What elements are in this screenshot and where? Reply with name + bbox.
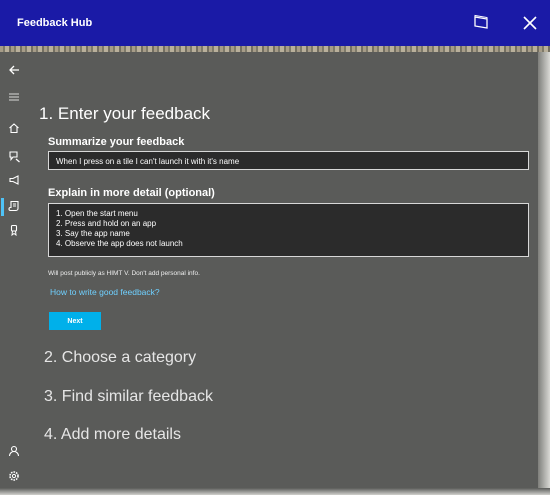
post-publicly-note: Will post publicly as HIMT V. Don't add …	[48, 270, 200, 277]
app-title: Feedback Hub	[17, 17, 93, 29]
next-button[interactable]: Next	[49, 312, 101, 330]
announcements-icon[interactable]	[6, 172, 22, 188]
settings-icon[interactable]	[6, 468, 22, 484]
step-2-heading[interactable]: 2. Choose a category	[44, 349, 196, 367]
details-textarea[interactable]: 1. Open the start menu 2. Press and hold…	[48, 203, 529, 257]
summary-label: Summarize your feedback	[48, 136, 185, 148]
profile-icon[interactable]	[6, 443, 22, 459]
quests-icon[interactable]	[6, 198, 22, 214]
step-3-heading[interactable]: 3. Find similar feedback	[44, 388, 213, 406]
hamburger-menu-icon[interactable]	[6, 89, 22, 105]
help-link[interactable]: How to write good feedback?	[50, 287, 160, 297]
nav-rail	[0, 52, 28, 492]
title-bar: Feedback Hub	[0, 0, 550, 46]
details-line: 4. Observe the app does not launch	[56, 239, 183, 248]
feedback-icon[interactable]	[6, 148, 22, 164]
details-line: 3. Say the app name	[56, 229, 130, 238]
back-arrow-icon[interactable]	[6, 62, 22, 78]
window-bottom-edge	[0, 488, 550, 495]
step-1-heading: 1. Enter your feedback	[39, 104, 211, 123]
mixed-reality-window-icon[interactable]	[468, 10, 494, 36]
details-label: Explain in more detail (optional)	[48, 187, 215, 199]
achievements-icon[interactable]	[6, 222, 22, 238]
details-line: 2. Press and hold on an app	[56, 219, 157, 228]
step-4-heading[interactable]: 4. Add more details	[44, 426, 181, 444]
close-icon[interactable]	[517, 10, 543, 36]
window-edge	[538, 52, 550, 495]
details-line: 1. Open the start menu	[56, 209, 138, 218]
nav-selection-indicator	[1, 198, 4, 216]
home-icon[interactable]	[6, 120, 22, 136]
summary-input[interactable]: When I press on a tile I can't launch it…	[48, 151, 529, 170]
